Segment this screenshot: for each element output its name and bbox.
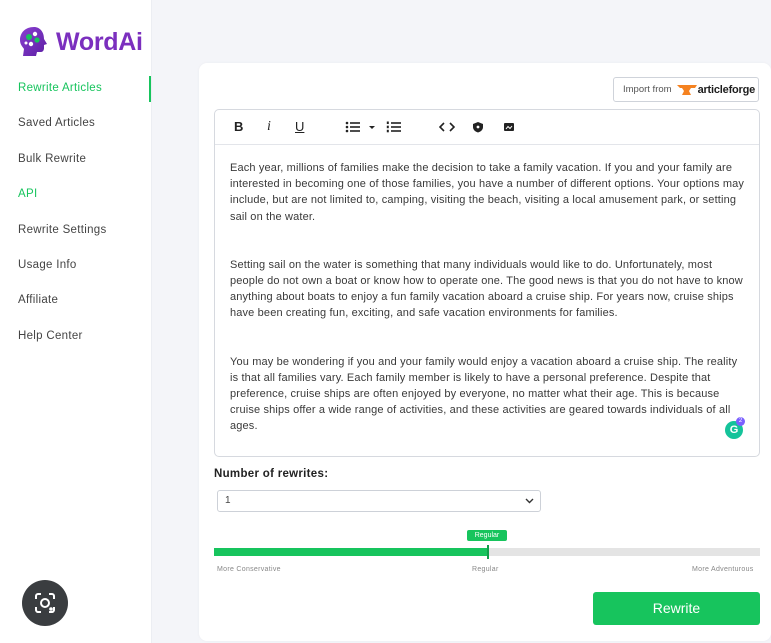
editor-paragraph: You may be wondering if you and your fam… (230, 355, 738, 433)
numbered-list-button[interactable] (386, 119, 402, 135)
sidebar-item-affiliate[interactable]: Affiliate (0, 288, 151, 323)
sidebar-item-saved-articles[interactable]: Saved Articles (0, 111, 151, 146)
chevron-down-icon (525, 498, 534, 504)
sidebar-item-help-center[interactable]: Help Center (0, 324, 151, 359)
editor-paragraph: Each year, millions of families make the… (230, 162, 745, 223)
creativity-slider[interactable] (214, 545, 760, 559)
shield-button[interactable] (472, 119, 484, 135)
bulleted-list-button[interactable] (345, 119, 361, 135)
af-brand-part1: article (697, 83, 729, 96)
rewrites-selected-value: 1 (225, 495, 231, 506)
bold-button[interactable]: B (234, 119, 243, 135)
sidebar-item-rewrite-articles[interactable]: Rewrite Articles (0, 76, 151, 111)
sidebar: WordAi Rewrite Articles Saved Articles B… (0, 0, 152, 643)
brain-head-icon (20, 27, 47, 56)
import-articleforge-button[interactable]: Import from articleforge (613, 77, 759, 102)
slider-label-right: More Adventurous (692, 566, 754, 573)
slider-label-middle: Regular (472, 566, 499, 573)
slider-fill (214, 548, 489, 556)
slider-label-left: More Conservative (217, 566, 281, 573)
sidebar-item-rewrite-settings[interactable]: Rewrite Settings (0, 218, 151, 253)
grammarly-count-badge: 2 (736, 417, 745, 426)
editor-content[interactable]: Each year, millions of families make the… (230, 160, 745, 467)
chevron-down-icon (369, 126, 375, 129)
slider-tooltip: Regular (467, 530, 507, 541)
sidebar-nav: Rewrite Articles Saved Articles Bulk Rew… (0, 76, 151, 359)
image-icon (504, 123, 514, 131)
editor-paragraph: Setting sail on the water is something t… (230, 258, 743, 320)
logo-ai: Ai (118, 27, 143, 56)
underline-button[interactable]: U (295, 119, 304, 135)
numbered-list-icon (386, 121, 401, 133)
camera-lens-button[interactable] (22, 580, 68, 626)
rewrites-select[interactable]: 1 (217, 490, 541, 512)
sidebar-item-usage-info[interactable]: Usage Info (0, 253, 151, 288)
sidebar-item-api[interactable]: API (0, 182, 151, 217)
slider-handle[interactable] (487, 545, 489, 559)
editor-toolbar: B i U (215, 110, 759, 145)
code-icon (439, 122, 455, 132)
list-style-dropdown[interactable] (368, 119, 376, 135)
logo-word: Word (56, 27, 119, 56)
bulleted-list-icon (345, 121, 360, 133)
sidebar-item-bulk-rewrite[interactable]: Bulk Rewrite (0, 147, 151, 182)
image-button[interactable] (503, 119, 515, 135)
wordai-logo[interactable]: WordAi (17, 25, 143, 59)
rewrite-button[interactable]: Rewrite (593, 592, 760, 625)
article-editor[interactable]: B i U Each year, millions of families ma… (214, 109, 760, 457)
code-button[interactable] (439, 119, 455, 135)
af-brand-part2: forge (728, 83, 756, 96)
import-label: Import from (623, 84, 672, 95)
shield-icon (473, 122, 483, 133)
lens-icon (35, 593, 55, 613)
anvil-icon (676, 84, 697, 95)
rewrites-label: Number of rewrites: (214, 468, 329, 480)
logo-text: WordAi (56, 28, 143, 57)
articleforge-logo: articleforge (676, 83, 756, 96)
italic-button[interactable]: i (267, 119, 271, 135)
